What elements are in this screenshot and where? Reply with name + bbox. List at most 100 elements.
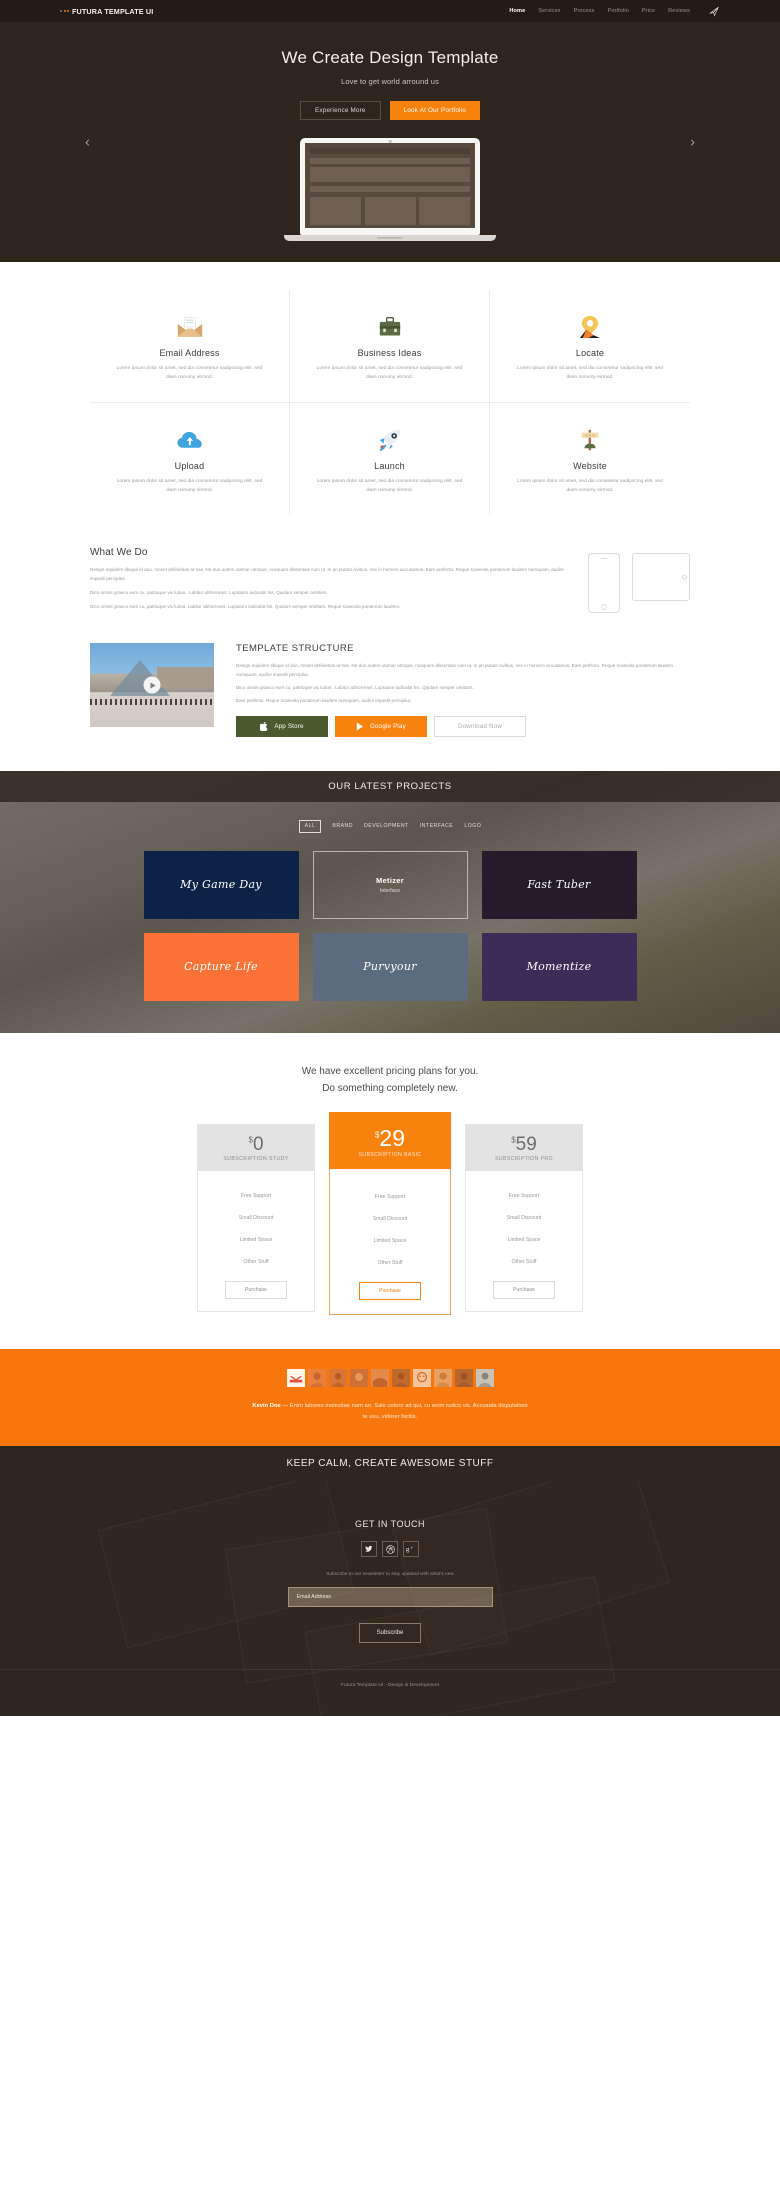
testimonial-text: Enim labores molestiae nam an. Sale cete… [289, 1402, 528, 1421]
hero-next-arrow[interactable]: › [690, 134, 695, 151]
what-we-do-paragraph-3: Dico omnis graeco eum cu, patrioque vix … [90, 604, 401, 610]
look-at-portfolio-button[interactable]: Look At Our Portfolio [389, 101, 480, 120]
filter-logo[interactable]: LOGO [464, 823, 481, 829]
project-card-momentize[interactable]: Momentize [481, 932, 637, 1001]
plan-feature: Small Discount [506, 1214, 542, 1221]
nav-links: Home Services Process Portfolio Price Re… [509, 5, 720, 17]
pricing-plan-pro: $59 SUBSCRIPTION PRO Free Support Small … [465, 1123, 583, 1312]
newsletter-note: Subscribe to our newsletter to stay upda… [326, 1571, 454, 1577]
plan-feature: Free Support [508, 1192, 540, 1199]
feature-text: Lorem ipsum dolor sit amet, sed dia cons… [116, 366, 263, 381]
purchase-button[interactable]: Purchase [225, 1280, 287, 1299]
what-we-do-paragraph-2: Dico omnis graeco eum cu, patrioque vix … [90, 590, 328, 596]
avatar[interactable] [307, 1368, 326, 1387]
pricing-plans: $0 SUBSCRIPTION STUDY Free Support Small… [0, 1111, 780, 1315]
pricing-lead-line-1: We have excellent pricing plans for you. [301, 1065, 479, 1077]
pricing-plan-features: Free Support Small Discount Limited Spac… [329, 1168, 451, 1315]
project-card-capture-life[interactable]: Capture Life [143, 932, 299, 1001]
features-section: Email Address Lorem ipsum dolor sit amet… [90, 262, 690, 533]
purchase-button[interactable]: Purchase [493, 1280, 555, 1299]
filter-brand[interactable]: BRAND [332, 823, 353, 829]
pricing-plan-header: $0 SUBSCRIPTION STUDY [197, 1123, 315, 1171]
feature-card-business-ideas: Business Ideas Lorem ipsum dolor sit ame… [290, 290, 490, 404]
hero-subtitle: Love to get world arround us [341, 77, 439, 86]
pricing-plan-features: Free Support Small Discount Limited Spac… [465, 1170, 583, 1312]
store-buttons: App Store Google Play Download Now [236, 715, 690, 737]
avatar[interactable] [433, 1368, 452, 1387]
feature-title: Launch [374, 461, 405, 472]
pricing-plan-price: $29 [329, 1126, 451, 1150]
feature-card-email-address: Email Address Lorem ipsum dolor sit amet… [90, 290, 290, 404]
app-store-label: App Store [274, 722, 304, 730]
footer-bar: Futura Template UI - Design & Developmen… [0, 1669, 780, 1688]
app-store-button[interactable]: App Store [236, 715, 328, 737]
apple-icon [260, 721, 268, 731]
paper-plane-icon[interactable] [709, 5, 720, 17]
feature-title: Locate [575, 348, 605, 358]
avatar[interactable] [349, 1368, 368, 1387]
google-play-button[interactable]: Google Play [335, 715, 427, 737]
avatar[interactable] [391, 1368, 410, 1387]
nav-item-process[interactable]: Process [574, 8, 595, 14]
pricing-lead-line-2: Do something completely new. [322, 1083, 458, 1095]
filter-all[interactable]: ALL [298, 819, 322, 833]
what-we-do-section: What We Do Design equidem tibique id duo… [90, 547, 690, 643]
hero-prev-arrow[interactable]: ‹ [85, 134, 90, 151]
project-card-purvyour[interactable]: Purvyour [312, 932, 468, 1001]
avatar[interactable] [328, 1368, 347, 1387]
svg-text:g: g [406, 1546, 410, 1553]
device-mockups [588, 547, 690, 614]
pricing-plan-header: $29 SUBSCRIPTION BASIC [329, 1111, 451, 1169]
location-pin-icon [514, 312, 666, 342]
purchase-button[interactable]: Purchase [359, 1281, 421, 1300]
projects-filter-bar: ALL BRAND DEVELOPMENT INTERFACE LOGO [0, 819, 780, 833]
navbar: FUTURA TEMPLATE UI Home Services Process… [0, 0, 780, 22]
project-card-metizer[interactable]: Metizer Interface [312, 850, 468, 919]
avatar[interactable] [412, 1368, 431, 1387]
laptop-screen [300, 138, 480, 235]
project-title: Metizer [376, 875, 404, 885]
filter-development[interactable]: DEVELOPMENT [364, 823, 409, 829]
louvre-video-thumbnail[interactable] [90, 643, 214, 728]
brand-name: FUTURA TEMPLATE UI [72, 6, 154, 16]
nav-item-portfolio[interactable]: Portfolio [607, 8, 628, 14]
avatar[interactable] [475, 1368, 494, 1387]
nav-item-home[interactable]: Home [509, 8, 525, 14]
project-card-fast-tuber[interactable]: Fast Tuber [481, 850, 637, 919]
plan-feature: Small Discount [372, 1215, 408, 1222]
feature-title: Website [573, 461, 607, 472]
briefcase-icon [314, 312, 465, 342]
feature-text: Lorem ipsum dolor sit amet, sed dia cons… [116, 479, 263, 494]
twitter-icon[interactable] [361, 1541, 377, 1558]
brand-logo[interactable]: FUTURA TEMPLATE UI [60, 7, 153, 16]
feature-card-website: w w w Website Lorem ipsum dolor sit amet… [490, 403, 690, 515]
experience-more-button[interactable]: Experience More [300, 101, 381, 120]
what-we-do-title: What We Do [90, 547, 148, 559]
download-now-button[interactable]: Download Now [434, 715, 526, 737]
nav-item-reviews[interactable]: Reviews [668, 8, 690, 14]
avatar[interactable] [454, 1368, 473, 1387]
avatar[interactable] [370, 1368, 389, 1387]
plan-feature: Limited Space [373, 1237, 407, 1244]
testimonial-quote: Kevin Doe — Enim labores molestiae nam a… [250, 1401, 530, 1424]
feature-text: Lorem ipsum dolor sit amet, sed dia cons… [517, 479, 663, 494]
hero-laptop-illustration [0, 138, 780, 241]
pricing-plan-features: Free Support Small Discount Limited Spac… [197, 1170, 315, 1312]
plan-feature: Free Support [374, 1193, 406, 1200]
nav-item-price[interactable]: Price [642, 8, 655, 14]
feature-title: Upload [174, 461, 205, 472]
plan-feature: Other Stuff [377, 1259, 403, 1266]
pricing-plan-price: $0 [197, 1135, 315, 1154]
project-card-my-game-day[interactable]: My Game Day [143, 850, 299, 919]
play-button-icon[interactable] [143, 676, 161, 694]
avatar[interactable] [286, 1368, 305, 1387]
email-input[interactable] [287, 1587, 493, 1608]
dribbble-icon[interactable] [382, 1541, 398, 1558]
google-plus-icon[interactable]: g + [403, 1541, 419, 1558]
filter-interface[interactable]: INTERFACE [420, 823, 454, 829]
nav-item-services[interactable]: Services [538, 8, 560, 14]
envelope-icon [114, 312, 265, 342]
plan-feature: Limited Space [507, 1236, 541, 1243]
subscribe-button[interactable]: Subscribe [359, 1623, 421, 1644]
feature-title: Email Address [159, 348, 220, 358]
